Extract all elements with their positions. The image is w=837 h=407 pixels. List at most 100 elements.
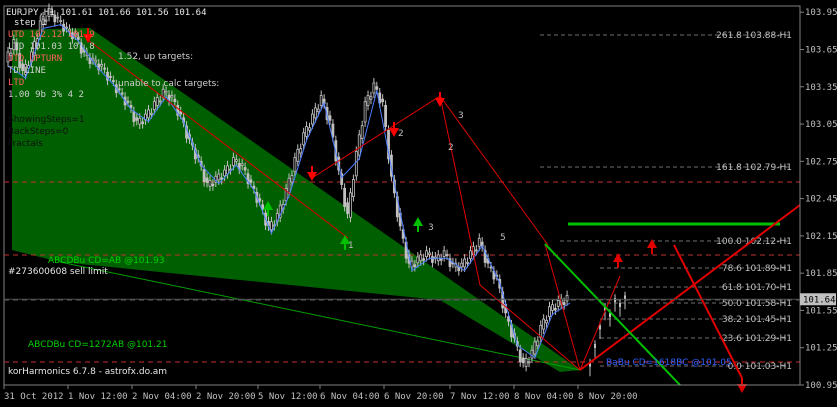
candle-body	[599, 325, 601, 330]
candle-body	[413, 264, 417, 267]
candle-body	[305, 126, 308, 137]
candle-body	[565, 295, 569, 302]
candle-body	[120, 92, 124, 95]
candle-body	[527, 361, 531, 364]
price-tick-label: 103.95	[805, 8, 837, 18]
time-tick-label: 31 Oct 2012	[4, 392, 64, 402]
candle-body	[548, 306, 551, 318]
candle-body	[460, 262, 464, 268]
candle-body	[328, 115, 332, 121]
candle-body	[545, 319, 548, 324]
candle-body	[173, 98, 177, 103]
pattern-line	[311, 95, 441, 179]
fib-label: 78.6 101.89-H1	[722, 264, 792, 274]
wave-point-label: 2	[398, 129, 404, 139]
candle-body	[343, 187, 347, 207]
candle-body	[243, 167, 247, 171]
fib-label: 50.0 101.58-H1	[722, 299, 792, 309]
candle-body	[100, 64, 104, 67]
price-tick-label: 100.95	[805, 381, 837, 391]
candle-body	[138, 117, 142, 125]
candle-body	[346, 202, 349, 214]
candle-body	[103, 67, 106, 70]
candle-body	[302, 132, 306, 146]
fractal-down-arrow	[435, 98, 445, 107]
candle-body	[442, 250, 446, 257]
candle-body	[521, 357, 525, 364]
overlay-line: UTD UPTURN	[8, 54, 62, 64]
candle-body	[474, 249, 478, 252]
candle-body	[477, 237, 481, 247]
candle-body	[463, 258, 467, 268]
candle-body	[311, 113, 314, 125]
price-tick-label: 101.55	[805, 306, 837, 316]
fib-label: 261.8 103.88-H1	[716, 31, 792, 41]
candle-body	[202, 169, 206, 183]
time-tick-label: 8 Nov 04:00	[514, 392, 574, 402]
candle-body	[428, 252, 431, 255]
candle-body	[270, 221, 273, 231]
candle-body	[164, 90, 168, 94]
chart-canvas[interactable]: 261.8 103.88-H1161.8 102.79-H1100.0 102.…	[0, 0, 837, 407]
candle-body	[524, 358, 528, 367]
wave-point-label: 3	[428, 223, 434, 233]
candle-body	[553, 307, 557, 311]
candle-body	[551, 304, 554, 311]
symbol-header: EURJPY,H1 101.61 101.66 101.56 101.64	[6, 8, 206, 18]
footer-text: korHarmonics 6.7.8 - astrofx.do.am	[8, 367, 167, 377]
candle-body	[158, 100, 162, 103]
candle-body	[296, 148, 300, 162]
candle-body	[614, 298, 616, 303]
wave-point-label: 3	[458, 111, 464, 121]
candle-body	[363, 101, 367, 123]
price-tick-label: 103.35	[805, 83, 837, 93]
candle-body	[349, 192, 352, 218]
candle-body	[331, 123, 335, 138]
wave-point-label: 1	[348, 241, 354, 251]
wave-point-label: 5	[500, 233, 506, 243]
candle-body	[319, 95, 323, 106]
harmonic-pattern-shape	[12, 28, 580, 372]
candle-body	[354, 150, 358, 177]
time-tick-label: 6 Nov 20:00	[384, 392, 444, 402]
candle-body	[152, 101, 156, 110]
candle-body	[542, 318, 546, 330]
time-tick-label: 2 Nov 04:00	[132, 392, 192, 402]
price-chart[interactable]: 261.8 103.88-H1 161.8 102.79-H1 100.0 102.…	[0, 0, 837, 407]
buy-arrow	[647, 239, 657, 248]
candle-body	[179, 111, 183, 115]
candle-body	[381, 98, 385, 103]
candle-body	[249, 179, 253, 183]
fractal-up-arrow	[413, 217, 423, 226]
candle-body	[126, 100, 130, 103]
order-label: #273600608 sell limit	[8, 267, 108, 277]
candle-body	[351, 179, 355, 197]
fib-label: 161.8 102.79-H1	[716, 163, 792, 173]
time-tick-label: 5 Nov 12:00	[258, 392, 318, 402]
candle-body	[91, 57, 95, 61]
candle-body	[619, 302, 621, 307]
candle-body	[217, 173, 221, 181]
candle-body	[422, 258, 426, 261]
current-price-label: 101.64	[803, 295, 836, 305]
pattern-label: ABCDBu CD=1272AB @101.21	[28, 340, 167, 350]
candle-body	[111, 80, 115, 82]
settings-text: ShowingSteps=1	[8, 115, 85, 125]
candle-body	[226, 165, 229, 175]
candle-body	[287, 177, 291, 193]
price-tick-label: 101.85	[805, 269, 837, 279]
price-tick-label: 103.05	[805, 120, 837, 130]
price-tick-label: 101.25	[805, 344, 837, 354]
settings-text: BackSteps=0	[8, 127, 69, 137]
candle-body	[357, 134, 361, 156]
candle-body	[211, 183, 215, 187]
candle-body	[258, 198, 262, 202]
candle-body	[439, 258, 443, 261]
candle-body	[135, 117, 139, 121]
fib-label: 23.6 101.29-H1	[722, 334, 792, 344]
pattern-label: BaBu CD=1618BC @101.05	[606, 358, 732, 368]
candle-body	[313, 107, 317, 119]
candle-body	[65, 26, 68, 29]
candle-body	[416, 256, 420, 264]
candle-body	[372, 82, 376, 94]
